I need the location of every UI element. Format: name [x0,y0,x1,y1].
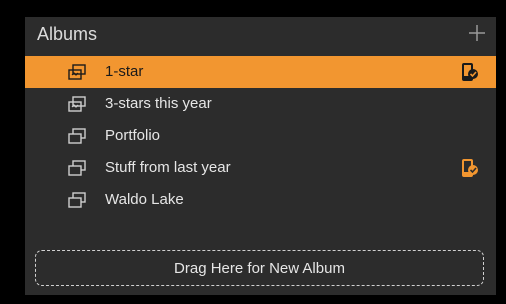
album-list: 1-star 3-stars this year Portfolio Stuff… [25,56,496,216]
album-label: Portfolio [105,127,161,144]
smart-album-icon [68,96,86,112]
album-item-portfolio[interactable]: Portfolio [25,120,496,152]
mobile-sync-icon[interactable] [458,157,480,179]
dropzone-label: Drag Here for New Album [174,259,345,277]
album-icon [68,160,86,176]
album-label: 3-stars this year [105,95,212,112]
albums-panel: Albums 1-star 3-stars this year Portfoli… [25,17,496,295]
mobile-sync-icon[interactable] [458,61,480,83]
album-icon [68,128,86,144]
album-icon [68,192,86,208]
album-label: Stuff from last year [105,159,231,176]
new-album-dropzone[interactable]: Drag Here for New Album [35,250,484,286]
albums-header: Albums [25,17,496,54]
smart-album-icon [68,64,86,80]
album-label: 1-star [105,63,144,80]
album-item-stuff-from-last-year[interactable]: Stuff from last year [25,152,496,184]
album-item-1-star[interactable]: 1-star [25,56,496,88]
albums-title: Albums [37,24,98,44]
album-item-waldo-lake[interactable]: Waldo Lake [25,184,496,216]
plus-icon[interactable] [465,21,489,45]
album-label: Waldo Lake [105,191,184,208]
album-item-3-stars-this-year[interactable]: 3-stars this year [25,88,496,120]
